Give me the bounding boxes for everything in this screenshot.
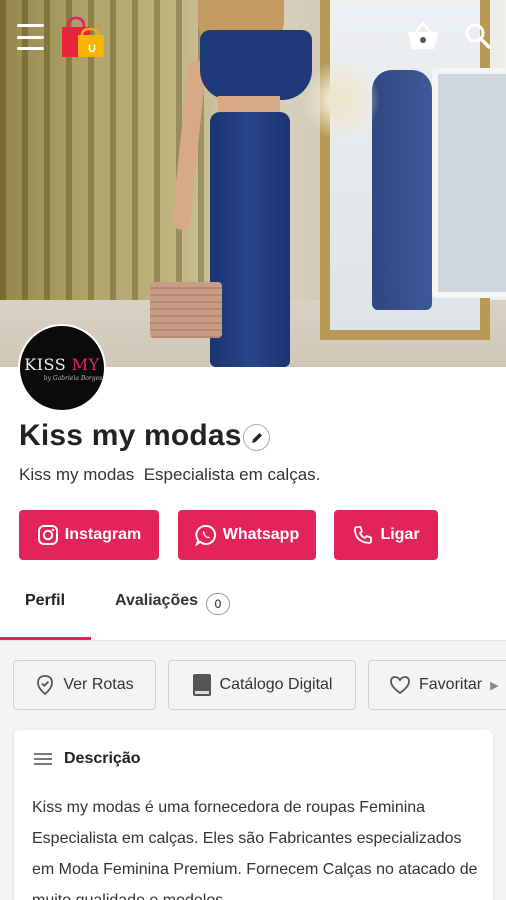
whatsapp-button-label: Whatsapp	[222, 526, 300, 543]
lines-icon	[34, 753, 52, 765]
tab-divider	[0, 640, 506, 641]
basket-icon[interactable]	[404, 18, 442, 54]
reviews-count-badge: 0	[206, 593, 230, 615]
pencil-edit-icon[interactable]	[243, 424, 270, 451]
tab-avaliacoes[interactable]: Avaliações	[115, 592, 198, 610]
whatsapp-icon	[195, 524, 216, 546]
scroll-right-arrow-icon[interactable]: ▶	[490, 679, 498, 692]
store-subtitle: Kiss my modas Especialista em calças.	[19, 465, 321, 484]
store-avatar[interactable]: KISS MY by Gabriela Borges	[18, 324, 106, 412]
catalog-icon	[192, 674, 211, 696]
favoritar-button[interactable]: Favoritar ▶	[368, 660, 506, 710]
ver-rotas-label: Ver Rotas	[63, 676, 134, 693]
catalogo-digital-button[interactable]: Catálogo Digital	[168, 660, 356, 710]
phone-icon	[354, 526, 373, 544]
heart-icon	[390, 676, 410, 695]
avatar-tagline: by Gabriela Borges	[43, 374, 103, 382]
shopping-bags-logo-icon[interactable]: U	[60, 15, 106, 59]
call-button-label: Ligar	[380, 526, 420, 543]
whatsapp-button[interactable]: Whatsapp	[178, 510, 316, 560]
description-card: Descrição Kiss my modas é uma fornecedor…	[14, 730, 493, 900]
store-name: Kiss my modas	[19, 419, 242, 452]
svg-text:U: U	[88, 43, 96, 55]
instagram-button[interactable]: Instagram	[19, 510, 159, 560]
call-button[interactable]: Ligar	[334, 510, 438, 560]
instagram-button-label: Instagram	[64, 526, 142, 543]
description-header: Descrição	[34, 750, 141, 768]
instagram-icon	[37, 525, 58, 545]
description-text: Kiss my modas é uma fornecedora de roupa…	[32, 799, 478, 900]
avatar-brand: KISS MY	[24, 354, 100, 374]
favoritar-label: Favoritar	[419, 676, 483, 693]
ver-rotas-button[interactable]: Ver Rotas	[13, 660, 156, 710]
catalogo-digital-label: Catálogo Digital	[219, 676, 333, 693]
search-icon[interactable]	[460, 18, 496, 54]
description-title: Descrição	[64, 750, 141, 767]
hamburger-menu-icon[interactable]	[14, 24, 46, 50]
location-pin-icon	[37, 675, 54, 696]
tab-perfil[interactable]: Perfil	[25, 592, 65, 610]
